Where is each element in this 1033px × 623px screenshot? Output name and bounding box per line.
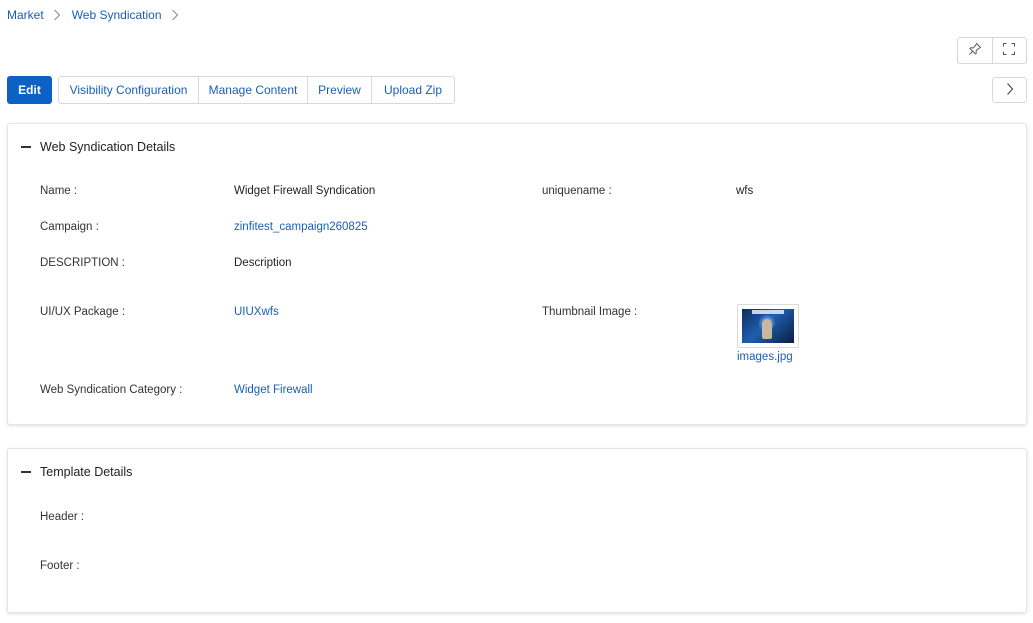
campaign-label: Campaign :	[40, 221, 99, 233]
action-tabs: Edit Visibility Configuration Manage Con…	[7, 76, 455, 104]
tab-preview[interactable]: Preview	[308, 76, 372, 104]
page: Market Web Syndication Edit Visibility C…	[0, 0, 1033, 623]
description-label: DESCRIPTION :	[40, 257, 125, 269]
breadcrumb-market[interactable]: Market	[7, 8, 44, 22]
name-value: Widget Firewall Syndication	[234, 185, 376, 197]
next-button[interactable]	[992, 77, 1027, 103]
uiux-package-label: UI/UX Package :	[40, 306, 126, 318]
chevron-right-icon	[1006, 82, 1014, 99]
template-details-panel: Template Details Header : Footer :	[7, 448, 1027, 613]
footer-label: Footer :	[40, 560, 80, 572]
uniquename-value: wfs	[736, 185, 754, 197]
tab-upload-zip[interactable]: Upload Zip	[372, 76, 455, 104]
name-label: Name :	[40, 185, 78, 197]
chevron-right-icon	[168, 8, 184, 22]
web-syndication-details-panel: Web Syndication Details Name : Widget Fi…	[7, 123, 1027, 425]
description-value: Description	[234, 257, 292, 269]
collapse-icon[interactable]	[21, 146, 31, 148]
thumbnail-label: Thumbnail Image :	[542, 306, 638, 318]
chevron-right-icon	[50, 8, 66, 22]
uniquename-label: uniquename :	[542, 185, 612, 197]
header-label: Header :	[40, 511, 85, 523]
fullscreen-icon	[1002, 42, 1016, 59]
breadcrumb: Market Web Syndication	[7, 8, 190, 22]
panel-title: Template Details	[40, 465, 133, 479]
fullscreen-button[interactable]	[991, 38, 1027, 63]
uiux-package-link[interactable]: UIUXwfs	[234, 306, 279, 318]
collapse-icon[interactable]	[21, 471, 31, 473]
tab-edit[interactable]: Edit	[7, 76, 52, 104]
category-label: Web Syndication Category :	[40, 384, 183, 396]
template-panel-header[interactable]: Template Details	[8, 449, 1026, 495]
thumbnail-picture	[742, 309, 794, 343]
breadcrumb-web-syndication[interactable]: Web Syndication	[72, 8, 162, 22]
category-link[interactable]: Widget Firewall	[234, 384, 313, 396]
campaign-link[interactable]: zinfitest_campaign260825	[234, 221, 368, 233]
view-tools	[957, 37, 1027, 64]
tab-visibility-configuration[interactable]: Visibility Configuration	[58, 76, 199, 104]
panel-title: Web Syndication Details	[40, 140, 176, 154]
thumbnail-image[interactable]	[737, 304, 799, 348]
tab-manage-content[interactable]: Manage Content	[199, 76, 308, 104]
pin-button[interactable]	[958, 38, 992, 63]
pin-icon	[968, 42, 982, 59]
thumbnail-file-link[interactable]: images.jpg	[737, 351, 793, 363]
details-panel-header[interactable]: Web Syndication Details	[8, 124, 1026, 170]
